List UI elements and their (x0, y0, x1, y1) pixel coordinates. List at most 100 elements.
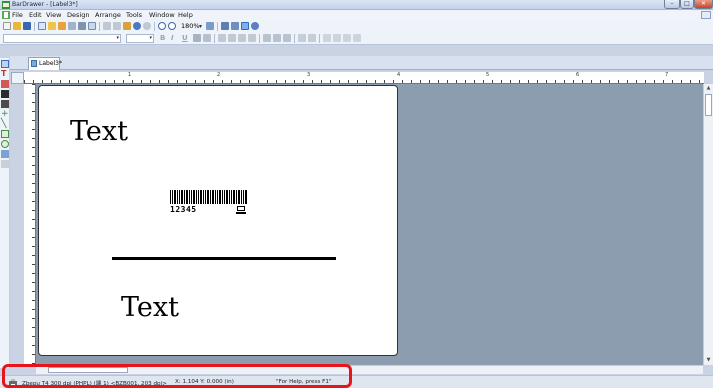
align-left-icon[interactable] (218, 34, 226, 42)
distribute-h-icon[interactable] (263, 34, 271, 42)
maximize-button[interactable]: □ (680, 0, 694, 9)
send-back-icon[interactable] (333, 34, 341, 42)
ruler-corner[interactable] (11, 72, 24, 84)
font-size-select[interactable]: ▾ (126, 34, 154, 43)
standard-toolbar: 180% ▾ (0, 20, 713, 32)
rectangle-tool-icon[interactable] (1, 130, 9, 138)
2d-barcode-tool-icon[interactable] (1, 100, 9, 108)
print-icon[interactable] (68, 22, 76, 30)
menu-design[interactable]: Design (67, 11, 89, 19)
menu-file[interactable]: File (12, 11, 23, 19)
justify-icon[interactable] (248, 34, 256, 42)
title-bar: BarDrawer - [Label3*] – □ ✕ (0, 0, 713, 10)
document-tab-strip: Label3* (10, 56, 713, 70)
menu-edit[interactable]: Edit (29, 11, 42, 19)
toolbar-separator (99, 22, 100, 31)
close-button[interactable]: ✕ (694, 0, 713, 9)
window-title: BarDrawer - [Label3*] (12, 1, 78, 8)
ruler-number: 5 (486, 72, 490, 78)
vertical-ruler (24, 84, 36, 365)
group-icon[interactable] (298, 34, 306, 42)
text-style-icon[interactable] (193, 34, 201, 42)
menu-arrange[interactable]: Arrange (95, 11, 121, 19)
distribute-v-icon[interactable] (273, 34, 281, 42)
font-name-select[interactable]: ▾ (3, 34, 121, 43)
horizontal-ruler: 1 2 3 4 5 6 7 (24, 72, 704, 84)
menu-bar: File Edit View Design Arrange Tools Wind… (0, 10, 713, 20)
menu-window[interactable]: Window (149, 11, 175, 19)
ungroup-icon[interactable] (308, 34, 316, 42)
ruler-number: 6 (576, 72, 580, 78)
image-tool-icon[interactable] (1, 150, 9, 158)
italic-button[interactable]: I (171, 34, 174, 42)
ruler-number: 7 (665, 72, 669, 78)
scroll-up-icon[interactable]: ▲ (704, 85, 713, 91)
ellipse-tool-icon[interactable] (1, 140, 9, 148)
paste-icon[interactable] (123, 22, 131, 30)
line-object[interactable] (112, 257, 336, 260)
save-icon[interactable] (23, 22, 31, 30)
menu-tools[interactable]: Tools (126, 11, 142, 19)
database-icon[interactable] (48, 22, 56, 30)
status-highlight-box (2, 364, 352, 388)
toolbar-separator (259, 34, 260, 43)
zoom-level[interactable]: 180% (181, 22, 200, 30)
properties-icon[interactable] (58, 22, 66, 30)
copy-icon[interactable] (113, 22, 121, 30)
document-icon[interactable] (2, 11, 10, 19)
ruler-number: 4 (397, 72, 401, 78)
help-icon[interactable] (251, 22, 259, 30)
text-tool-icon[interactable]: T (1, 70, 9, 78)
align-center-icon[interactable] (228, 34, 236, 42)
grid-icon[interactable] (206, 22, 214, 30)
tab-label: Label3* (39, 60, 63, 67)
rtf-tool-icon[interactable] (1, 80, 9, 88)
zoom-in-icon[interactable] (158, 22, 166, 30)
mdi-minimize-button[interactable] (701, 11, 711, 19)
label-document-icon (31, 60, 37, 67)
page-setup-icon[interactable] (38, 22, 46, 30)
crosshair-tool-icon[interactable]: + (1, 110, 9, 119)
ruler-number: 2 (217, 72, 221, 78)
bring-front-icon[interactable] (323, 34, 331, 42)
zoom-dropdown-icon[interactable]: ▾ (199, 23, 202, 30)
more-tools-icon[interactable] (1, 160, 9, 168)
print-setup-icon[interactable] (78, 22, 86, 30)
cut-icon[interactable] (103, 22, 111, 30)
text-object-bottom[interactable]: Text (121, 292, 179, 323)
undo-icon[interactable] (133, 22, 141, 30)
zoom-out-icon[interactable] (168, 22, 176, 30)
minimize-button[interactable]: – (664, 0, 680, 9)
toolbar-separator (214, 34, 215, 43)
toolbar-separator (34, 22, 35, 31)
align-right-icon[interactable] (238, 34, 246, 42)
send-backward-icon[interactable] (353, 34, 361, 42)
barcode-object[interactable] (170, 190, 248, 204)
superscript-icon[interactable] (203, 34, 211, 42)
underline-button[interactable]: U (182, 34, 188, 42)
table-icon[interactable] (221, 22, 229, 30)
text-object-top[interactable]: Text (70, 116, 128, 147)
app-icon (2, 1, 10, 9)
menu-view[interactable]: View (46, 11, 61, 19)
bold-button[interactable]: B (160, 34, 165, 42)
toolbar-separator (294, 34, 295, 43)
print-preview-icon[interactable] (88, 22, 96, 30)
layout-icon[interactable] (231, 22, 239, 30)
same-size-icon[interactable] (283, 34, 291, 42)
drawing-tool-palette: T + ╲ (0, 58, 10, 368)
menu-help[interactable]: Help (178, 11, 193, 19)
scroll-down-icon[interactable]: ▼ (704, 357, 713, 363)
line-tool-icon[interactable]: ╲ (1, 120, 9, 129)
tab-label3[interactable]: Label3* (28, 57, 63, 70)
barcode-check-icon (236, 206, 246, 214)
vertical-scroll-thumb[interactable] (705, 94, 712, 116)
select-tool-icon[interactable] (1, 60, 9, 68)
bring-forward-icon[interactable] (343, 34, 351, 42)
pointer-mode-icon[interactable] (241, 22, 249, 30)
vertical-scrollbar[interactable]: ▲ ▼ (703, 84, 713, 365)
new-icon[interactable] (3, 22, 11, 30)
open-icon[interactable] (13, 22, 21, 30)
redo-icon[interactable] (143, 22, 151, 30)
barcode-tool-icon[interactable] (1, 90, 9, 98)
